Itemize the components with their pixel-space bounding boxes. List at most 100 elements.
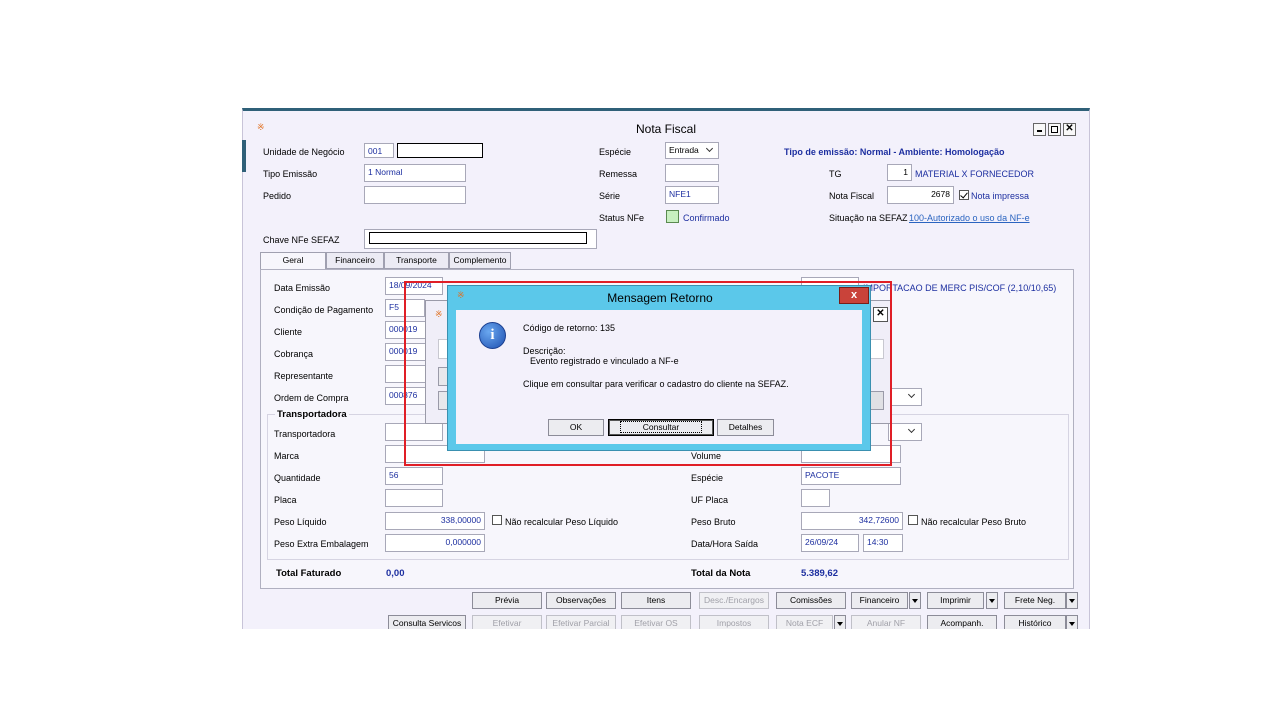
consultar-button[interactable]: Consultar	[608, 419, 714, 436]
transportadora-group-title: Transportadora	[275, 409, 349, 420]
nota-ecf-button[interactable]: Nota ECF	[776, 615, 833, 629]
descricao-value: Evento registrado e vinculado a NF-e	[530, 356, 679, 366]
unidade-input[interactable]: 001	[364, 143, 394, 158]
imprimir-dropdown[interactable]	[986, 592, 998, 609]
pedido-input[interactable]	[364, 186, 466, 204]
window-title: Nota Fiscal	[635, 122, 697, 136]
total-faturado-value: 0,00	[386, 568, 405, 579]
chave-nfe-label: Chave NFe SEFAZ	[263, 235, 340, 245]
situacao-label: Situação na SEFAZ	[829, 213, 908, 223]
instrucao-text: Clique em consultar para verificar o cad…	[523, 379, 789, 389]
consulta-servicos-button[interactable]: Consulta Servicos	[388, 615, 466, 629]
unidade-name-field[interactable]	[397, 143, 483, 158]
placa-label: Placa	[274, 495, 297, 505]
close-button[interactable]: ✕	[1063, 123, 1076, 136]
minimize-button[interactable]	[1033, 123, 1046, 136]
uf-placa-label: UF Placa	[691, 495, 729, 505]
nao-recalc-liquido-label: Não recalcular Peso Líquido	[505, 517, 619, 527]
nota-impressa-checkbox[interactable]	[959, 190, 969, 200]
comissoes-button[interactable]: Comissões	[776, 592, 846, 609]
tab-geral[interactable]: Geral	[260, 252, 326, 270]
tipo-emissao-input[interactable]: 1 Normal	[364, 164, 466, 182]
frete-neg-dropdown[interactable]	[1066, 592, 1078, 609]
imprimir-button[interactable]: Imprimir	[927, 592, 984, 609]
ordem-compra-label: Ordem de Compra	[274, 393, 349, 403]
impostos-button[interactable]: Impostos	[699, 615, 769, 629]
peso-extra-label: Peso Extra Embalagem	[274, 539, 369, 549]
total-nota-label: Total da Nota	[691, 568, 751, 579]
maximize-button[interactable]	[1048, 123, 1061, 136]
condicao-label: Condição de Pagamento	[274, 305, 374, 315]
especie-volume-input[interactable]: PACOTE	[801, 467, 901, 485]
remessa-input[interactable]	[665, 164, 719, 182]
peso-liquido-input[interactable]: 338,00000	[385, 512, 485, 530]
tg-description: MATERIAL X FORNECEDOR	[915, 169, 1035, 179]
tab-transporte[interactable]: Transporte	[384, 252, 449, 269]
dialog-body: i Código de retorno: 135 Descrição: Even…	[456, 310, 862, 444]
info-icon: i	[479, 322, 506, 349]
quantidade-input[interactable]: 56	[385, 467, 443, 485]
nota-fiscal-label: Nota Fiscal	[829, 191, 875, 201]
status-nfe-label: Status NFe	[599, 213, 645, 223]
hora-saida-input[interactable]: 14:30	[863, 534, 903, 552]
serie-input[interactable]: NFE1	[665, 186, 719, 204]
desc-encargos-button[interactable]: Desc./Encargos	[699, 592, 769, 609]
tab-financeiro[interactable]: Financeiro	[326, 252, 384, 269]
financeiro-button[interactable]: Financeiro	[851, 592, 908, 609]
descricao-label: Descrição:	[523, 346, 566, 356]
total-faturado-label: Total Faturado	[276, 568, 342, 579]
mensagem-retorno-dialog: ※ Mensagem Retorno x i Código de retorno…	[447, 285, 871, 451]
observacoes-button[interactable]: Observações	[546, 592, 616, 609]
quantidade-label: Quantidade	[274, 473, 321, 483]
tipo-emissao-label: Tipo Emissão	[263, 169, 318, 179]
financeiro-dropdown[interactable]	[909, 592, 921, 609]
situacao-link[interactable]: 100-Autorizado o uso da NF-e	[909, 213, 1030, 223]
tab-complemento[interactable]: Complemento	[449, 252, 511, 269]
data-saida-label: Data/Hora Saída	[691, 539, 759, 549]
ok-button[interactable]: OK	[548, 419, 604, 436]
uf-placa-input[interactable]	[801, 489, 830, 507]
nota-impressa-label: Nota impressa	[971, 191, 1030, 201]
side-artifact	[242, 140, 246, 172]
dialog-title: Mensagem Retorno	[607, 291, 713, 305]
historico-button[interactable]: Histórico	[1004, 615, 1066, 629]
status-nfe-value: Confirmado	[683, 213, 730, 223]
dialog-close-button[interactable]: x	[839, 287, 869, 304]
nota-fiscal-input[interactable]: 2678	[887, 186, 954, 204]
cliente-label: Cliente	[274, 327, 303, 337]
unidade-label: Unidade de Negócio	[263, 147, 345, 157]
chave-nfe-field[interactable]	[364, 229, 597, 249]
nao-recalc-liquido-checkbox[interactable]	[492, 515, 502, 525]
peso-bruto-label: Peso Bruto	[691, 517, 736, 527]
tg-label: TG	[829, 169, 842, 179]
nao-recalc-bruto-label: Não recalcular Peso Bruto	[921, 517, 1027, 527]
itens-button[interactable]: Itens	[621, 592, 691, 609]
tg-input[interactable]: 1	[887, 164, 912, 181]
especie-label: Espécie	[599, 147, 632, 157]
previa-button[interactable]: Prévia	[472, 592, 542, 609]
efetivar-button[interactable]: Efetivar	[472, 615, 542, 629]
cobranca-label: Cobrança	[274, 349, 314, 359]
nota-ecf-dropdown[interactable]	[834, 615, 846, 629]
efetivar-parcial-button[interactable]: Efetivar Parcial	[546, 615, 616, 629]
data-saida-input[interactable]: 26/09/24	[801, 534, 859, 552]
placa-input[interactable]	[385, 489, 443, 507]
total-nota-value: 5.389,62	[801, 568, 838, 579]
marca-label: Marca	[274, 451, 300, 461]
peso-extra-input[interactable]: 0,000000	[385, 534, 485, 552]
nao-recalc-bruto-checkbox[interactable]	[908, 515, 918, 525]
status-indicator-icon	[666, 210, 679, 223]
frete-neg-button[interactable]: Frete Neg.	[1004, 592, 1066, 609]
pedido-label: Pedido	[263, 191, 292, 201]
efetivar-os-button[interactable]: Efetivar OS	[621, 615, 691, 629]
acompanh-button[interactable]: Acompanh.	[927, 615, 997, 629]
detalhes-button[interactable]: Detalhes	[717, 419, 774, 436]
transportadora-label: Transportadora	[274, 429, 336, 439]
peso-bruto-input[interactable]: 342,72600	[801, 512, 903, 530]
emission-info: Tipo de emissão: Normal - Ambiente: Homo…	[784, 147, 1005, 157]
especie-volume-label: Espécie	[691, 473, 724, 483]
historico-dropdown[interactable]	[1066, 615, 1078, 629]
anular-nf-button[interactable]: Anular NF	[851, 615, 921, 629]
right-select-1[interactable]	[888, 388, 922, 406]
right-select-2[interactable]	[888, 423, 922, 441]
